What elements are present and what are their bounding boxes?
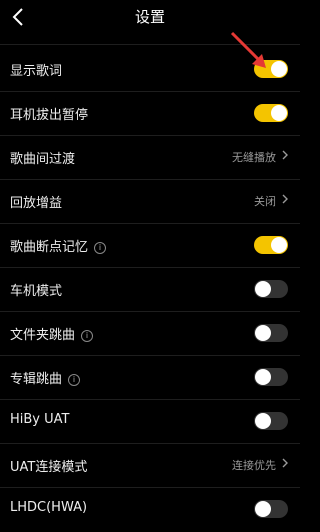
annotation-arrow-icon <box>230 31 266 68</box>
headphone-pause-toggle[interactable] <box>254 104 288 122</box>
hiby-uat-toggle[interactable] <box>254 412 288 430</box>
setting-value: 连接优先 <box>232 459 276 472</box>
setting-label-text: 文件夹跳曲 <box>10 328 76 343</box>
toggle-knob <box>255 325 271 341</box>
info-icon[interactable]: i <box>81 330 94 342</box>
chevron-right-icon <box>282 194 288 204</box>
info-icon[interactable]: i <box>68 374 81 386</box>
setting-label: HiBy UAT <box>10 412 70 427</box>
toggle-knob <box>271 61 287 77</box>
toggle-knob <box>271 105 287 121</box>
setting-label: 车机模式 <box>10 284 63 299</box>
info-icon[interactable]: i <box>94 242 107 254</box>
setting-label-text: 专辑跳曲 <box>10 372 63 387</box>
toggle-knob <box>255 501 271 517</box>
lhdc-toggle[interactable] <box>254 500 288 518</box>
toggle-knob <box>255 413 271 429</box>
setting-row-album-skip[interactable]: 专辑跳曲 i <box>0 356 300 400</box>
setting-label: 文件夹跳曲 i <box>10 324 94 343</box>
setting-label: 显示歌词 <box>10 64 63 79</box>
setting-label: UAT连接模式 <box>10 460 88 475</box>
setting-label: 耳机拔出暂停 <box>10 108 89 123</box>
toggle-knob <box>271 237 287 253</box>
setting-row-lhdc[interactable]: LHDC(HWA) <box>0 488 300 532</box>
setting-label: 歌曲断点记忆 i <box>10 236 107 255</box>
setting-value: 关闭 <box>254 195 276 208</box>
setting-row-folder-skip[interactable]: 文件夹跳曲 i <box>0 312 300 356</box>
setting-row-resume-position[interactable]: 歌曲断点记忆 i <box>0 224 300 268</box>
setting-value: 无缝播放 <box>232 151 276 164</box>
setting-label: LHDC(HWA) <box>10 500 88 515</box>
setting-row-headphone-pause[interactable]: 耳机拔出暂停 <box>0 92 300 136</box>
setting-row-uat-connection-mode[interactable]: UAT连接模式 连接优先 <box>0 444 300 488</box>
header-bar: 设置 <box>0 0 300 32</box>
chevron-right-icon <box>282 458 288 468</box>
setting-row-track-transition[interactable]: 歌曲间过渡 无缝播放 <box>0 136 300 180</box>
setting-label: 专辑跳曲 i <box>10 368 81 387</box>
setting-label: 回放增益 <box>10 196 63 211</box>
setting-row-car-mode[interactable]: 车机模式 <box>0 268 300 312</box>
toggle-knob <box>255 369 271 385</box>
resume-position-toggle[interactable] <box>254 236 288 254</box>
album-skip-toggle[interactable] <box>254 368 288 386</box>
car-mode-toggle[interactable] <box>254 280 288 298</box>
toggle-knob <box>255 281 271 297</box>
chevron-right-icon <box>282 150 288 160</box>
setting-row-replay-gain[interactable]: 回放增益 关闭 <box>0 180 300 224</box>
folder-skip-toggle[interactable] <box>254 324 288 342</box>
setting-label-text: 歌曲断点记忆 <box>10 240 89 255</box>
setting-row-hiby-uat[interactable]: HiBy UAT <box>0 400 300 444</box>
page-title: 设置 <box>134 8 165 26</box>
setting-label: 歌曲间过渡 <box>10 152 76 167</box>
